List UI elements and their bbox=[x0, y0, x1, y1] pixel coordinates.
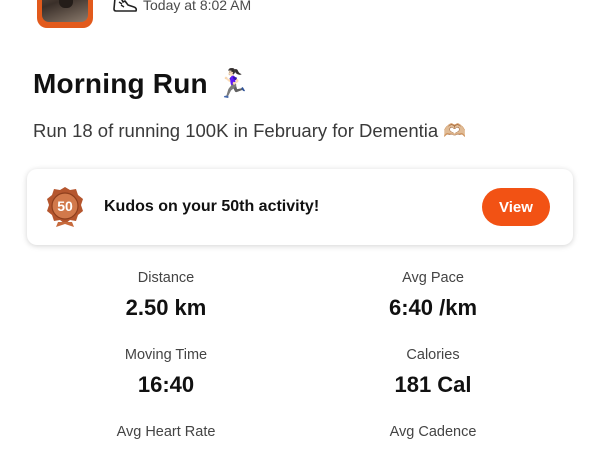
kudos-message: Kudos on your 50th activity! bbox=[104, 198, 320, 215]
shoe-icon bbox=[113, 0, 138, 12]
activity-header: Today at 8:02 AM bbox=[0, 0, 600, 40]
stat-avg-heart-rate: Avg Heart Rate bbox=[66, 422, 266, 447]
stat-avg-cadence: Avg Cadence bbox=[333, 422, 533, 447]
medal-number: 50 bbox=[57, 198, 73, 214]
stat-distance: Distance 2.50 km bbox=[66, 268, 266, 323]
stat-label: Moving Time bbox=[124, 347, 208, 363]
stat-label: Avg Heart Rate bbox=[116, 424, 216, 440]
stat-label: Avg Pace bbox=[402, 270, 464, 286]
stat-label: Avg Cadence bbox=[389, 424, 477, 440]
stat-value: 181 Cal bbox=[394, 372, 472, 397]
medal-badge-icon: 50 bbox=[47, 187, 83, 227]
avatar-photo bbox=[42, 0, 88, 22]
activity-timestamp: Today at 8:02 AM bbox=[143, 0, 252, 13]
stat-value: 16:40 bbox=[137, 372, 195, 397]
activity-description: Run 18 of running 100K in February for D… bbox=[33, 120, 467, 141]
avatar-figure bbox=[59, 0, 73, 8]
view-button[interactable]: View bbox=[482, 188, 550, 226]
stat-calories: Calories 181 Cal bbox=[333, 345, 533, 400]
stat-label: Distance bbox=[137, 270, 195, 286]
activity-title: Morning Run 🏃🏻‍♀️ bbox=[33, 68, 251, 99]
stat-moving-time: Moving Time 16:40 bbox=[66, 345, 266, 400]
stat-label: Calories bbox=[406, 347, 460, 363]
avatar[interactable] bbox=[37, 0, 93, 28]
stat-avg-pace: Avg Pace 6:40 /km bbox=[333, 268, 533, 323]
kudos-card[interactable]: 50 Kudos on your 50th activity! View bbox=[27, 169, 573, 245]
stat-value: 2.50 km bbox=[125, 295, 207, 320]
stat-value: 6:40 /km bbox=[388, 295, 478, 320]
